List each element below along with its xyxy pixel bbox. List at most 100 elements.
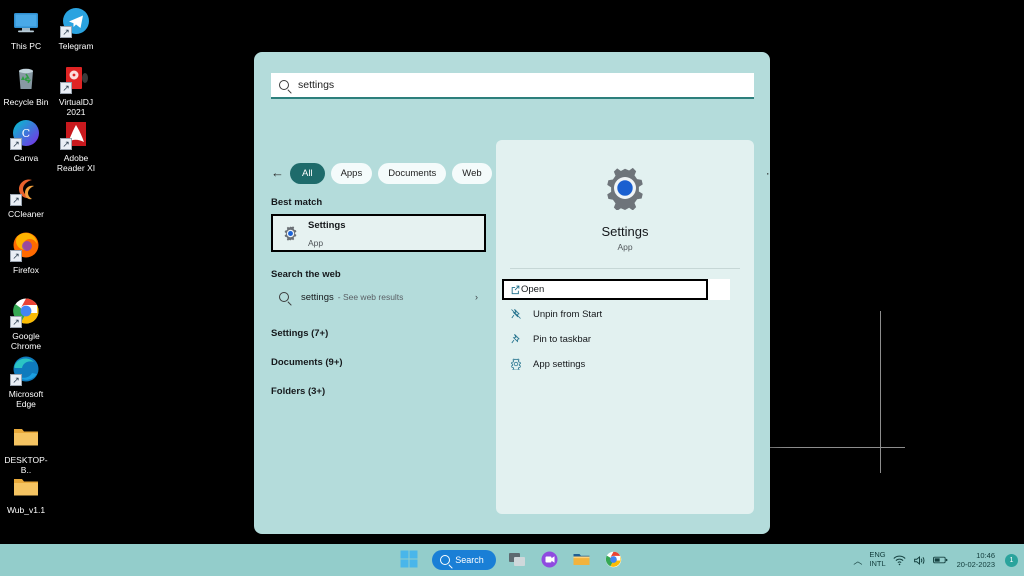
search-input[interactable]: settings [271,73,754,99]
language-indicator[interactable]: ENG INTL [869,551,885,568]
shortcut-overlay-icon: ↗ [10,194,22,206]
start-button[interactable] [400,550,420,570]
settings-gear-icon [603,166,647,210]
volume-icon[interactable] [913,555,926,566]
shortcut-overlay-icon: ↗ [10,250,22,262]
web-result-suffix: - See web results [338,292,404,302]
context-menu-item-open[interactable]: Open [496,279,754,300]
search-the-web-heading: Search the web [271,269,496,280]
shortcut-overlay-icon: ↗ [10,316,22,328]
ellipsis-icon[interactable]: ··· [766,166,770,180]
desktop-icon-label: Canva [0,154,52,164]
desktop-icon-this-pc[interactable]: This PC [0,6,52,52]
taskbar-search-label: Search [455,555,484,565]
this-pc-icon [10,6,42,38]
best-match-heading: Best match [271,197,496,208]
best-match-result-settings[interactable]: Settings App [271,214,486,252]
ccleaner-icon: ↗ [10,174,42,206]
search-input-value: settings [298,79,334,91]
desktop-icon-label: Firefox [0,266,52,276]
pin-icon [510,333,523,346]
folder-icon [10,420,42,452]
chevron-right-icon: › [475,292,478,302]
context-menu-label: Pin to taskbar [533,334,591,345]
open-external-icon [510,284,521,295]
system-tray: ︿ ENG INTL [853,544,1018,576]
adobe-reader-icon: ↗ [60,118,92,150]
desktop-icon-wub-v1-1[interactable]: Wub_v1.1 [0,470,52,516]
file-explorer-button[interactable] [572,550,592,570]
back-arrow-icon[interactable]: ← [271,165,284,181]
desktop-icon-label: Wub_v1.1 [0,506,52,516]
clock-date: 20-02-2023 [957,560,995,569]
desktop-icon-desktop-b[interactable]: DESKTOP-B.. [0,420,52,476]
desktop-icon-label: This PC [0,42,52,52]
telegram-icon: ↗ [60,6,92,38]
context-menu-item-pin-to-taskbar[interactable]: Pin to taskbar [496,329,754,350]
desktop-icon-canva[interactable]: C ↗ Canva [0,118,52,164]
virtualdj-icon: ↗ [60,62,92,94]
desktop-icon-microsoft-edge[interactable]: ↗ Microsoft Edge [0,354,52,410]
app-preview-panel: Settings App Open [496,140,754,514]
search-icon [440,555,450,565]
desktop-icon-google-chrome[interactable]: ↗ Google Chrome [0,296,52,352]
shortcut-overlay-icon: ↗ [10,374,22,386]
desktop-icon-label: VirtualDJ 2021 [50,98,102,118]
category-row-documents[interactable]: Documents (9+) [271,357,496,368]
language-line2: INTL [869,559,885,568]
notification-badge[interactable]: 1 [1005,554,1018,567]
filter-pill-documents[interactable]: Documents [378,163,446,184]
filter-pill-web[interactable]: Web [452,163,491,184]
microsoft-edge-icon: ↗ [10,354,42,386]
desktop-icon-adobe-reader-xi[interactable]: ↗ Adobe Reader XI [50,118,102,174]
context-menu-label: Unpin from Start [533,309,602,320]
preview-app-title: Settings [496,224,754,239]
best-match-subtitle: App [308,238,323,248]
context-menu-label: Open [521,284,544,295]
context-menu-item-app-settings[interactable]: App settings [496,354,754,375]
gear-icon [510,358,523,371]
app-context-menu: Open Unpin from Start [496,279,754,375]
filter-pill-apps[interactable]: Apps [331,163,373,184]
unpin-icon [510,308,523,321]
category-row-settings[interactable]: Settings (7+) [271,328,496,339]
svg-text:C: C [22,127,30,140]
widgets-button[interactable] [540,550,560,570]
search-icon [279,80,289,90]
wallpaper-vertical-rule [880,311,881,473]
desktop-icon-label: Microsoft Edge [0,390,52,410]
shortcut-overlay-icon: ↗ [60,82,72,94]
windows-search-flyout: settings ← All Apps Documents Web Settin… [254,52,770,534]
search-results-column: Best match Settings App Search the web s… [271,197,496,397]
show-hidden-icons-chevron[interactable]: ︿ [853,554,862,567]
filter-pill-all[interactable]: All [290,163,325,184]
clock-time: 10:46 [976,551,995,560]
task-view-button[interactable] [508,550,528,570]
category-row-folders[interactable]: Folders (3+) [271,386,496,397]
desktop-icon-label: Adobe Reader XI [50,154,102,174]
firefox-icon: ↗ [10,230,42,262]
google-chrome-button[interactable] [604,550,624,570]
shortcut-overlay-icon: ↗ [60,26,72,38]
desktop-icon-firefox[interactable]: ↗ Firefox [0,230,52,276]
desktop-icon-label: Telegram [50,42,102,52]
desktop-icon-telegram[interactable]: ↗ Telegram [50,6,102,52]
canva-icon: C ↗ [10,118,42,150]
desktop-icon-ccleaner[interactable]: ↗ CCleaner [0,174,52,220]
desktop-icon-virtualdj-2021[interactable]: ↗ VirtualDJ 2021 [50,62,102,118]
clock[interactable]: 10:46 20-02-2023 [957,551,995,569]
recycle-bin-icon [10,62,42,94]
taskbar: Search [0,544,1024,576]
wifi-icon[interactable] [893,555,906,566]
desktop-icon-recycle-bin[interactable]: Recycle Bin [0,62,52,108]
preview-app-subtitle: App [496,242,754,252]
taskbar-search-button[interactable]: Search [432,550,496,570]
battery-icon[interactable] [933,555,948,565]
best-match-title: Settings [308,220,345,231]
web-result-row[interactable]: settings - See web results › [271,286,478,308]
desktop-icon-label: Google Chrome [0,332,52,352]
context-menu-item-unpin-from-start[interactable]: Unpin from Start [496,304,754,325]
desktop-icon-label: Recycle Bin [0,98,52,108]
search-icon [279,292,289,302]
shortcut-overlay-icon: ↗ [10,138,22,150]
